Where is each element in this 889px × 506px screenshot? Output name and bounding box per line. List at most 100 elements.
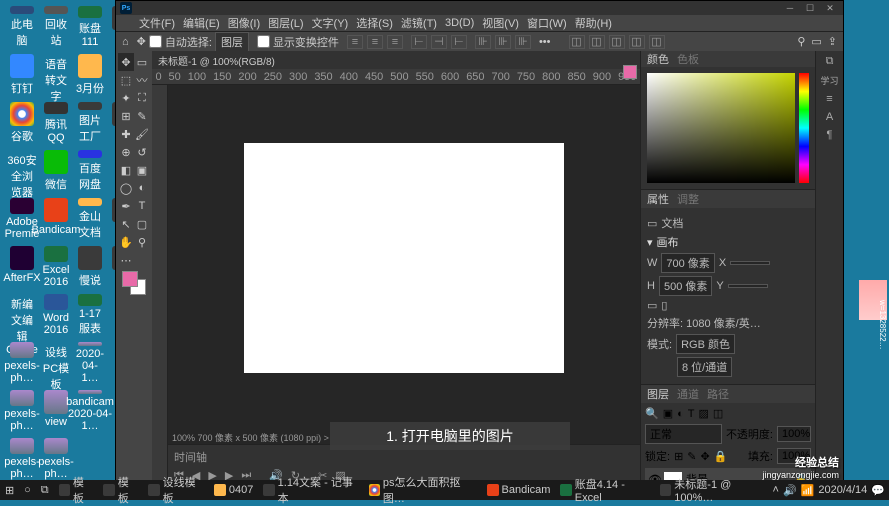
menu-item[interactable]: 视图(V) [479,15,522,31]
orient-icon[interactable]: ▯ [661,299,667,312]
more-options[interactable]: ••• [539,36,551,48]
gradient-tool[interactable]: ▣ [134,161,150,179]
align-icon[interactable]: ≡ [347,35,363,49]
align-icon[interactable]: ≡ [367,35,383,49]
desktop-icon[interactable]: 此电脑 [6,6,38,48]
orient-icon[interactable]: ▭ [647,299,657,312]
lock-icon[interactable]: ✎ [687,450,696,463]
adjustments-tab[interactable]: 调整 [677,191,699,207]
desktop-icon[interactable]: Bandicam [40,198,72,240]
notification-icon[interactable]: 💬 [871,484,885,497]
menu-item[interactable]: 图像(I) [225,15,263,31]
menu-item[interactable]: 滤镜(T) [398,15,440,31]
history-panel-icon[interactable]: ≡ [826,93,832,105]
minimize-button[interactable]: ─ [781,2,799,14]
crop-tool[interactable]: ⛶ [134,89,150,107]
desktop-icon[interactable]: 新编文编辑 Online [6,294,38,336]
task-view-icon[interactable]: ⧉ [36,480,54,500]
move-tool[interactable]: ✥ [118,53,134,71]
mode3d-icon[interactable]: ◫ [569,35,585,49]
color-field[interactable] [647,73,795,183]
filter-icon[interactable]: ▨ [699,407,709,420]
search-icon[interactable]: ⚲ [797,35,805,48]
clock[interactable]: 2020/4/14 [818,485,867,496]
distribute-icon[interactable]: ⊪ [475,35,491,49]
desktop-icon[interactable]: 设线PC模板 [40,342,72,384]
canvas-section[interactable]: 画布 [657,234,679,250]
filter-icon[interactable]: ▣ [663,407,673,420]
dodge-tool[interactable]: ◐ [134,179,150,197]
menu-item[interactable]: 窗口(W) [524,15,570,31]
share-icon[interactable]: ⇪ [828,35,837,48]
taskbar-item[interactable]: 0407 [209,480,258,500]
desktop-icon[interactable]: 钉钉 [6,54,38,96]
height-field[interactable]: 500 像素 [659,276,712,296]
wand-tool[interactable]: ✦ [118,89,134,107]
start-button[interactable]: ⊞ [0,480,19,500]
width-field[interactable]: 700 像素 [661,253,714,273]
shape-tool[interactable]: ▢ [134,215,150,233]
move-tool-icon[interactable]: ✥ [137,35,146,48]
hue-slider[interactable] [799,73,809,183]
tray-icon[interactable]: 🔊 [783,484,797,497]
close-button[interactable]: ✕ [821,2,839,14]
desktop-icon[interactable]: 百度网盘 [74,150,106,192]
mode3d-icon[interactable]: ◫ [589,35,605,49]
show-transform-checkbox[interactable] [257,35,270,48]
y-field[interactable] [728,284,768,288]
bits-dropdown[interactable]: 8 位/通道 [677,357,732,377]
color-tab[interactable]: 颜色 [647,51,669,67]
document-tab[interactable]: 未标题-1 @ 100%(RGB/8) [152,51,640,69]
desktop-icon[interactable]: 微信 [40,150,72,192]
desktop-icon[interactable]: bandicam 2020-04-1… [74,390,106,432]
lasso-tool[interactable]: 〰 [134,71,150,89]
menu-item[interactable]: 帮助(H) [572,15,615,31]
brush-panel-icon[interactable]: ⧉ [826,55,834,68]
brush-tool[interactable]: 🖌 [134,125,150,143]
desktop-icon[interactable]: 金山文档 [74,198,106,240]
opacity-field[interactable]: 100% [777,426,811,442]
properties-tab[interactable]: 属性 [647,191,669,207]
desktop-icon[interactable]: pexels-ph… [6,390,38,432]
paths-tab[interactable]: 路径 [707,386,729,402]
taskbar-item[interactable]: 1.14文案 - 记事本 [258,480,363,500]
desktop-icon[interactable]: 图片工厂 [74,102,106,144]
layers-tab[interactable]: 图层 [647,386,669,402]
history-brush-tool[interactable]: ↺ [134,143,150,161]
maximize-button[interactable]: ☐ [801,2,819,14]
x-field[interactable] [730,261,770,265]
desktop-icon[interactable]: pexels-ph… [6,342,38,384]
desktop-icon[interactable]: Excel 2016 [40,246,72,288]
filter-icon[interactable]: 🔍 [645,407,659,420]
taskbar-item[interactable]: Bandicam [482,480,556,500]
desktop-icon[interactable]: 360安全浏览器 [6,150,38,192]
para-panel-icon[interactable]: ¶ [827,129,833,141]
align-left-icon[interactable]: ⊢ [411,35,427,49]
distribute-icon[interactable]: ⊪ [495,35,511,49]
desktop-icon[interactable]: pexels-ph… [40,438,72,480]
taskbar-item[interactable]: ps怎么大面积抠图… [364,480,482,500]
lock-icon[interactable]: 🔒 [714,450,728,463]
current-color-swatch[interactable] [623,65,637,79]
home-icon[interactable]: ⌂ [122,36,129,48]
frame-tool[interactable]: ⊞ [118,107,134,125]
menu-item[interactable]: 选择(S) [353,15,396,31]
desktop-icon[interactable]: 语音转文字 [40,54,72,96]
edit-toolbar[interactable]: ⋯ [118,251,134,269]
stamp-tool[interactable]: ⊕ [118,143,134,161]
swatch-tab[interactable]: 色板 [677,51,699,67]
menu-item[interactable]: 文件(F) [136,15,178,31]
eyedropper-tool[interactable]: ✎ [134,107,150,125]
align-icon[interactable]: ≡ [387,35,403,49]
taskbar-item[interactable]: 设线模板 [143,480,209,500]
lock-icon[interactable]: ✥ [701,450,710,463]
taskbar-item[interactable]: 未标题-1 @ 100%… [655,480,773,500]
mode-dropdown[interactable]: RGB 颜色 [676,334,735,354]
mode3d-icon[interactable]: ◫ [629,35,645,49]
align-right-icon[interactable]: ⊢ [451,35,467,49]
desktop-icon[interactable]: 账盘111 [74,6,106,48]
lock-icon[interactable]: ⊞ [674,450,683,463]
workspace-icon[interactable]: ▭ [811,35,821,48]
taskbar-item[interactable]: 模板 [54,480,99,500]
blend-mode-dropdown[interactable]: 正常 [645,424,722,444]
